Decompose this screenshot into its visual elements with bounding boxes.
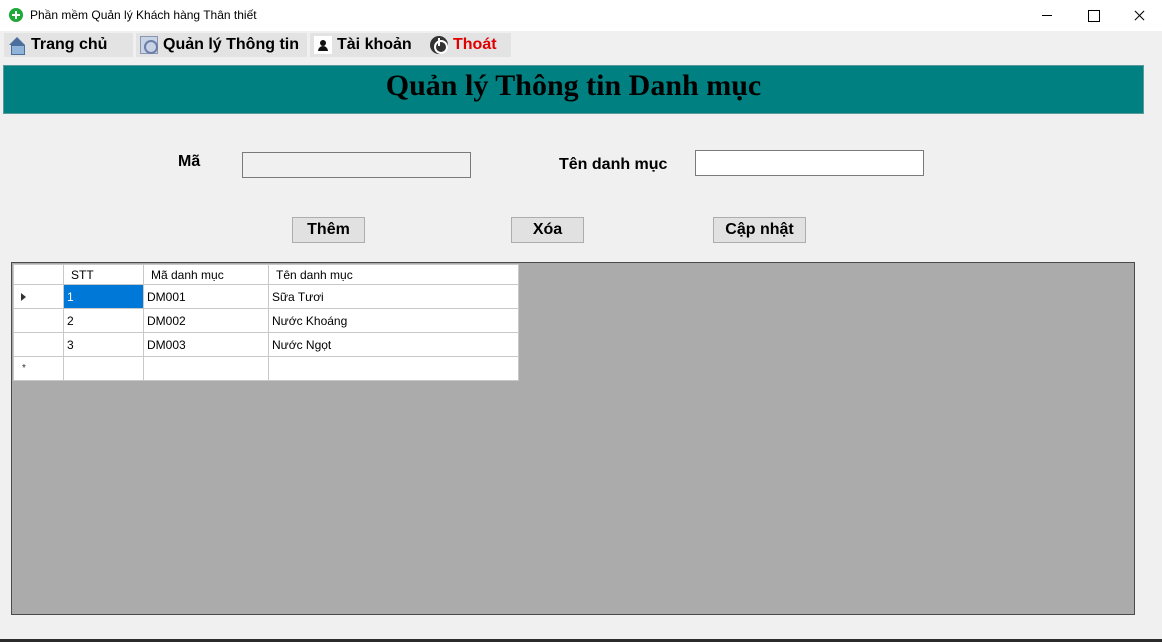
grid-cell-ma[interactable]: DM002: [143, 308, 269, 333]
grid-cell-stt[interactable]: [63, 356, 144, 381]
ma-input[interactable]: [242, 152, 471, 178]
grid-cell-ten[interactable]: Nước Khoáng: [268, 308, 519, 333]
column-header-stt[interactable]: STT: [63, 264, 144, 285]
menu-item-account[interactable]: Tài khoản: [310, 33, 426, 57]
menu-item-label: Quản lý Thông tin: [163, 36, 299, 53]
menu-item-label: Thoát: [453, 36, 497, 53]
grid-cell-ma[interactable]: DM001: [143, 284, 269, 309]
column-header-ten-danh-muc[interactable]: Tên danh mục: [268, 264, 519, 285]
info-icon: [140, 36, 158, 54]
add-button[interactable]: Thêm: [292, 217, 365, 243]
new-row-marker: *: [22, 363, 26, 374]
window-title: Phần mềm Quản lý Khách hàng Thân thiết: [30, 8, 257, 22]
menu-item-label: Tài khoản: [337, 36, 412, 53]
maximize-button[interactable]: [1070, 0, 1116, 31]
row-header-corner[interactable]: [13, 264, 64, 285]
menu-item-exit[interactable]: Thoát: [426, 33, 511, 57]
ten-danh-muc-label: Tên danh mục: [559, 156, 668, 173]
table-row[interactable]: 2 DM002 Nước Khoáng: [13, 308, 519, 333]
delete-button[interactable]: Xóa: [511, 217, 584, 243]
page-title: Quản lý Thông tin Danh mục: [385, 69, 762, 102]
menu-item-home[interactable]: Trang chủ: [4, 33, 133, 57]
menu-bar: Trang chủ Quản lý Thông tin Tài khoản Th…: [0, 31, 1162, 58]
grid-cell-stt[interactable]: 3: [63, 332, 144, 357]
category-data-grid[interactable]: STT Mã danh mục Tên danh mục 1 DM001 Sữa…: [11, 262, 1135, 615]
grid-cell-stt[interactable]: 1: [63, 284, 144, 309]
ma-label: Mã: [178, 153, 201, 170]
grid-table: STT Mã danh mục Tên danh mục 1 DM001 Sữa…: [13, 264, 519, 381]
table-row[interactable]: 1 DM001 Sữa Tươi: [13, 284, 519, 309]
row-header[interactable]: [13, 308, 64, 333]
table-row[interactable]: 3 DM003 Nước Ngọt: [13, 332, 519, 357]
ten-danh-muc-input[interactable]: [695, 150, 924, 176]
menu-item-info-management[interactable]: Quản lý Thông tin: [136, 33, 307, 57]
row-header[interactable]: *: [13, 356, 64, 381]
menu-item-label: Trang chủ: [31, 36, 108, 53]
grid-cell-ten[interactable]: [268, 356, 519, 381]
row-header[interactable]: [13, 284, 64, 309]
grid-cell-ma[interactable]: DM003: [143, 332, 269, 357]
title-bar: Phần mềm Quản lý Khách hàng Thân thiết: [0, 0, 1162, 31]
grid-cell-ten[interactable]: Nước Ngọt: [268, 332, 519, 357]
grid-header-row: STT Mã danh mục Tên danh mục: [13, 264, 519, 285]
column-header-ma-danh-muc[interactable]: Mã danh mục: [143, 264, 269, 285]
grid-cell-ten[interactable]: Sữa Tươi: [268, 284, 519, 309]
close-button[interactable]: [1116, 0, 1162, 31]
grid-cell-stt[interactable]: 2: [63, 308, 144, 333]
page-header: Quản lý Thông tin Danh mục: [3, 65, 1144, 114]
current-row-arrow-icon: [21, 293, 26, 301]
account-icon: [314, 36, 332, 54]
home-icon: [8, 36, 26, 55]
grid-cell-ma[interactable]: [143, 356, 269, 381]
new-row[interactable]: *: [13, 356, 519, 381]
power-icon: [430, 36, 448, 54]
minimize-button[interactable]: [1024, 0, 1070, 31]
app-plus-icon: [9, 8, 23, 22]
update-button[interactable]: Cập nhật: [713, 217, 806, 243]
row-header[interactable]: [13, 332, 64, 357]
